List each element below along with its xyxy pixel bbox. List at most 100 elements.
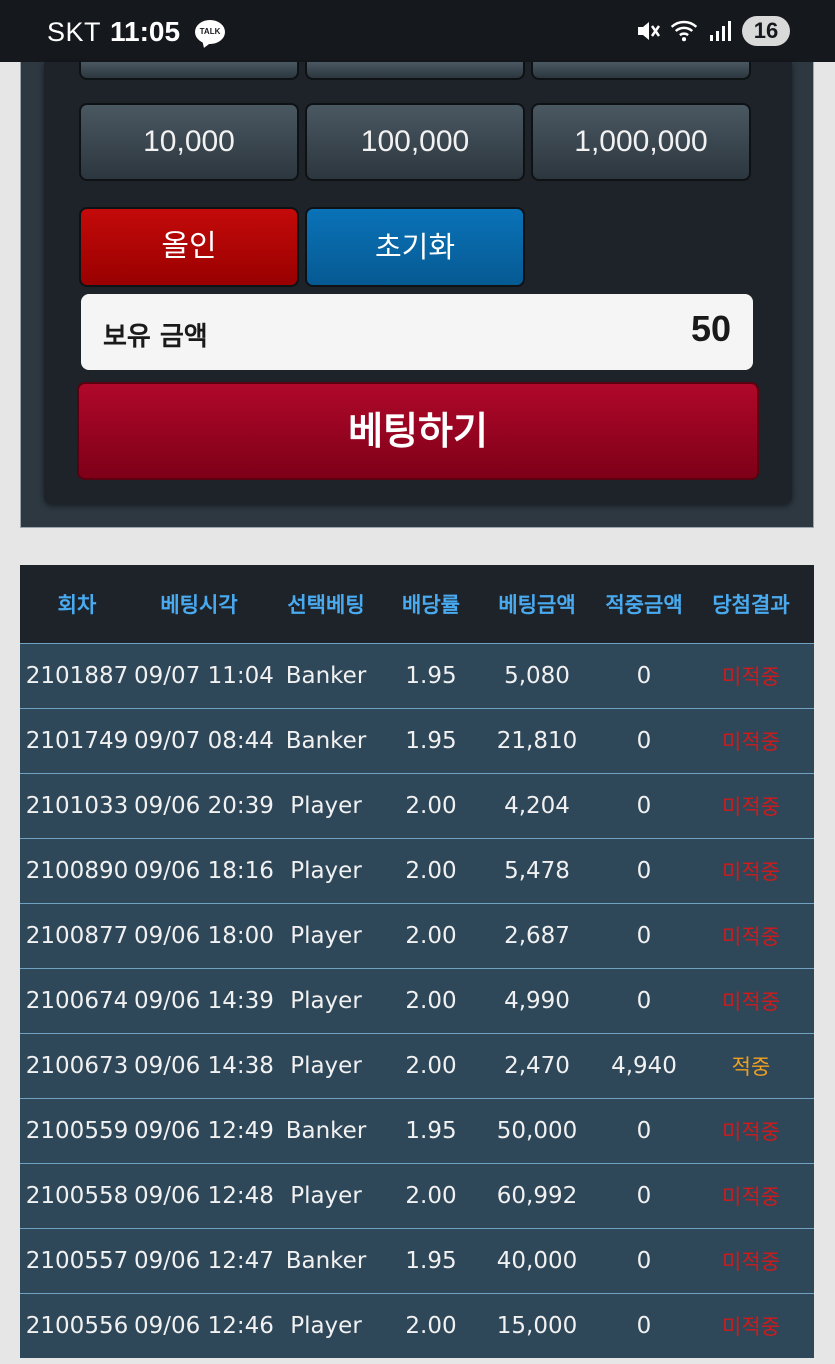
cell-selection: Banker — [264, 1098, 388, 1164]
column-header-bet-amount: 베팅금액 — [474, 565, 600, 644]
cell-win-amount: 0 — [600, 903, 688, 969]
cell-round: 2101033 — [20, 773, 134, 839]
cell-result: 미적중 — [688, 643, 814, 709]
cell-bet-amount: 4,204 — [474, 773, 600, 839]
cell-bet-time: 09/07 11:04 — [134, 643, 274, 709]
chip-button-100000[interactable]: 100,000 — [305, 103, 525, 181]
cell-result: 적중 — [688, 1033, 814, 1099]
chip-button-cut[interactable] — [79, 62, 299, 80]
cell-bet-amount: 40,000 — [474, 1228, 600, 1294]
cell-win-amount: 0 — [600, 773, 688, 839]
cell-round: 2100674 — [20, 968, 134, 1034]
cell-odds: 1.95 — [388, 708, 474, 774]
cell-win-amount: 0 — [600, 1163, 688, 1229]
chip-button-10000[interactable]: 10,000 — [79, 103, 299, 181]
cell-bet-time: 09/06 12:46 — [134, 1293, 274, 1358]
cell-bet-amount: 5,080 — [474, 643, 600, 709]
cell-odds: 2.00 — [388, 903, 474, 969]
table-row: 2100558 09/06 12:48 Player 2.00 60,992 0 미적중 — [20, 1163, 814, 1229]
cell-odds: 2.00 — [388, 838, 474, 904]
table-row: 2100556 09/06 12:46 Player 2.00 15,000 0 미적중 — [20, 1293, 814, 1358]
cell-result: 미적중 — [688, 968, 814, 1034]
table-row: 2100673 09/06 14:38 Player 2.00 2,470 4,940 적중 — [20, 1033, 814, 1099]
balance-box: 보유 금액 50 — [81, 294, 753, 370]
cell-bet-amount: 50,000 — [474, 1098, 600, 1164]
cell-odds: 2.00 — [388, 968, 474, 1034]
cell-bet-time: 09/06 14:39 — [134, 968, 274, 1034]
bet-panel: 10,000 100,000 1,000,000 올인 초기화 보유 금액 50… — [44, 62, 792, 504]
cell-win-amount: 4,940 — [600, 1033, 688, 1099]
cell-result: 미적중 — [688, 1228, 814, 1294]
place-bet-button[interactable]: 베팅하기 — [77, 382, 759, 480]
status-bar: SKT 11:05 TALK 16 — [0, 0, 835, 62]
column-header-bet-time: 베팅시각 — [134, 565, 264, 644]
battery-icon: 16 — [742, 16, 790, 46]
cell-bet-time: 09/06 12:47 — [134, 1228, 274, 1294]
mute-icon — [634, 17, 662, 45]
cell-round: 2101749 — [20, 708, 134, 774]
cell-odds: 2.00 — [388, 1163, 474, 1229]
cell-bet-amount: 5,478 — [474, 838, 600, 904]
cell-bet-time: 09/06 12:48 — [134, 1163, 274, 1229]
cell-selection: Player — [264, 773, 388, 839]
column-header-selection: 선택베팅 — [264, 565, 388, 644]
cell-result: 미적중 — [688, 773, 814, 839]
cell-result: 미적중 — [688, 1098, 814, 1164]
balance-value: 50 — [690, 308, 731, 349]
cell-bet-amount: 21,810 — [474, 708, 600, 774]
bet-history-table: 회차 베팅시각 선택베팅 배당률 베팅금액 적중금액 당첨결과 2101887 0… — [20, 565, 814, 1364]
cell-selection: Banker — [264, 708, 388, 774]
chip-button-1000000[interactable]: 1,000,000 — [531, 103, 751, 181]
chip-button-cut[interactable] — [531, 62, 751, 80]
table-header-row: 회차 베팅시각 선택베팅 배당률 베팅금액 적중금액 당첨결과 — [20, 565, 814, 644]
table-row: 2101887 09/07 11:04 Banker 1.95 5,080 0 미적중 — [20, 643, 814, 709]
cell-win-amount: 0 — [600, 838, 688, 904]
cell-odds: 2.00 — [388, 1033, 474, 1099]
kakaotalk-icon: TALK — [195, 20, 225, 44]
cell-bet-amount: 60,992 — [474, 1163, 600, 1229]
cell-result: 미적중 — [688, 1293, 814, 1358]
cell-selection: Player — [264, 968, 388, 1034]
cell-result: 미적중 — [688, 838, 814, 904]
cell-round: 2100877 — [20, 903, 134, 969]
balance-label: 보유 금액 — [103, 322, 208, 352]
cell-round: 2100890 — [20, 838, 134, 904]
cell-win-amount: 0 — [600, 1293, 688, 1358]
table-row: 2100890 09/06 18:16 Player 2.00 5,478 0 미적중 — [20, 838, 814, 904]
cell-round: 2100556 — [20, 1293, 134, 1358]
cell-win-amount: 0 — [600, 968, 688, 1034]
cell-selection: Player — [264, 1293, 388, 1358]
cell-bet-amount: 2,470 — [474, 1033, 600, 1099]
cell-odds: 1.95 — [388, 643, 474, 709]
cell-bet-time: 09/06 14:38 — [134, 1033, 274, 1099]
wifi-icon — [670, 17, 698, 45]
cell-odds: 1.95 — [388, 1098, 474, 1164]
column-header-win-amount: 적중금액 — [600, 565, 688, 644]
table-row: 2101033 09/06 20:39 Player 2.00 4,204 0 미적중 — [20, 773, 814, 839]
cell-bet-amount: 4,990 — [474, 968, 600, 1034]
clock: 11:05 — [110, 16, 181, 47]
column-header-round: 회차 — [20, 565, 134, 644]
reset-button[interactable]: 초기화 — [305, 207, 525, 287]
cell-bet-amount: 2,687 — [474, 903, 600, 969]
cell-selection: Player — [264, 1163, 388, 1229]
cell-bet-time: 09/06 18:16 — [134, 838, 274, 904]
bet-panel-frame: 10,000 100,000 1,000,000 올인 초기화 보유 금액 50… — [20, 62, 814, 528]
cell-selection: Banker — [264, 643, 388, 709]
cell-win-amount: 0 — [600, 1098, 688, 1164]
cell-round: 2100558 — [20, 1163, 134, 1229]
cell-round: 2100557 — [20, 1228, 134, 1294]
table-row: 2101749 09/07 08:44 Banker 1.95 21,810 0 미적중 — [20, 708, 814, 774]
cell-odds: 1.95 — [388, 1228, 474, 1294]
table-row: 2100674 09/06 14:39 Player 2.00 4,990 0 미적중 — [20, 968, 814, 1034]
cell-odds: 2.00 — [388, 773, 474, 839]
cell-odds: 2.00 — [388, 1293, 474, 1358]
cell-bet-time: 09/06 12:49 — [134, 1098, 274, 1164]
cell-selection: Player — [264, 903, 388, 969]
cell-selection: Player — [264, 1033, 388, 1099]
cell-selection: Banker — [264, 1228, 388, 1294]
cell-bet-time: 09/07 08:44 — [134, 708, 274, 774]
chip-button-cut[interactable] — [305, 62, 525, 80]
allin-button[interactable]: 올인 — [79, 207, 299, 287]
table-row: 2100557 09/06 12:47 Banker 1.95 40,000 0 미적중 — [20, 1228, 814, 1294]
